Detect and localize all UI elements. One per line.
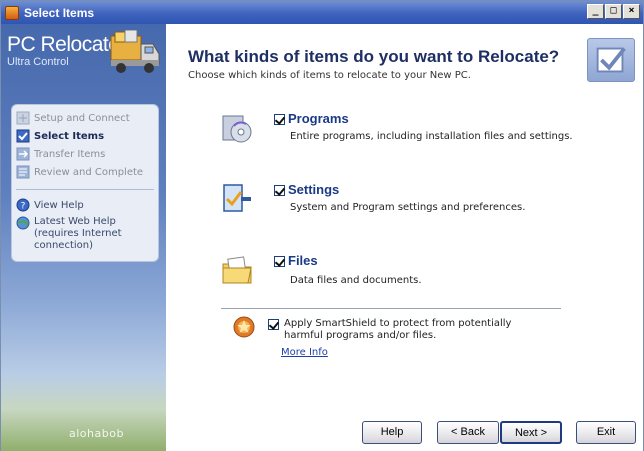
step-label: Transfer Items — [34, 148, 106, 160]
settings-icon — [223, 184, 251, 212]
maximize-button[interactable]: □ — [605, 4, 622, 19]
exit-button[interactable]: Exit — [576, 421, 636, 444]
title-bar[interactable]: Select Items _ □ × — [1, 1, 643, 24]
next-button[interactable]: Next > — [500, 421, 562, 444]
option-description: Entire programs, including installation … — [290, 131, 573, 142]
option-description: Data files and documents. — [290, 275, 422, 286]
page-subtitle: Choose which kinds of items to relocate … — [188, 70, 471, 81]
step-label: Setup and Connect — [34, 112, 130, 124]
step-label: Review and Complete — [34, 166, 144, 178]
wizard-window: Select Items _ □ × PC Relocator Ultra Co… — [0, 0, 644, 451]
settings-checkbox[interactable] — [274, 185, 285, 196]
option-title: Settings — [288, 182, 340, 197]
svg-text:?: ? — [21, 202, 26, 212]
option-title: Files — [288, 253, 318, 268]
window-title: Select Items — [24, 5, 95, 20]
sidebar: PC Relocator Ultra Control Setup and Con… — [1, 24, 166, 451]
link-label: View Help — [34, 199, 84, 211]
globe-icon — [16, 216, 30, 230]
files-icon — [222, 256, 252, 284]
smartshield-label: Apply SmartShield to protect from potent… — [284, 318, 512, 341]
files-checkbox[interactable] — [274, 256, 285, 267]
smartshield-checkbox[interactable] — [268, 319, 279, 330]
review-icon — [16, 165, 30, 179]
more-info-link[interactable]: More Info — [281, 347, 328, 358]
help-icon: ? — [16, 198, 30, 212]
step-review-and-complete: Review and Complete — [16, 164, 143, 180]
option-description: System and Program settings and preferen… — [290, 202, 526, 213]
divider — [221, 308, 561, 309]
page-title: What kinds of items do you want to Reloc… — [188, 47, 560, 66]
smartshield-icon — [233, 316, 255, 338]
brand-logo: alohabob — [69, 427, 124, 440]
checkbox-checked-icon — [16, 129, 30, 143]
window-controls: _ □ × — [587, 4, 640, 19]
link-label: Latest Web Help (requires Internet conne… — [34, 216, 122, 251]
close-button[interactable]: × — [623, 4, 640, 19]
setup-icon — [16, 111, 30, 125]
steps-panel: Setup and Connect Select Items Transfer … — [11, 104, 159, 262]
programs-icon — [222, 115, 252, 143]
step-setup-and-connect: Setup and Connect — [16, 110, 130, 126]
truck-icon — [110, 30, 160, 73]
step-label: Select Items — [34, 130, 105, 142]
programs-checkbox[interactable] — [274, 114, 285, 125]
view-help-link[interactable]: ? View Help — [16, 197, 84, 213]
main-content: What kinds of items do you want to Reloc… — [166, 24, 643, 451]
step-select-items: Select Items — [16, 128, 104, 144]
back-button[interactable]: < Back — [437, 421, 499, 444]
step-transfer-items: Transfer Items — [16, 146, 105, 162]
minimize-button[interactable]: _ — [587, 4, 604, 19]
divider — [16, 189, 154, 190]
option-title: Programs — [288, 111, 349, 126]
help-button[interactable]: Help — [362, 421, 422, 444]
latest-web-help-link[interactable]: Latest Web Help (requires Internet conne… — [16, 216, 158, 251]
app-icon — [5, 5, 19, 20]
checkmark-icon — [587, 38, 635, 82]
transfer-icon — [16, 147, 30, 161]
